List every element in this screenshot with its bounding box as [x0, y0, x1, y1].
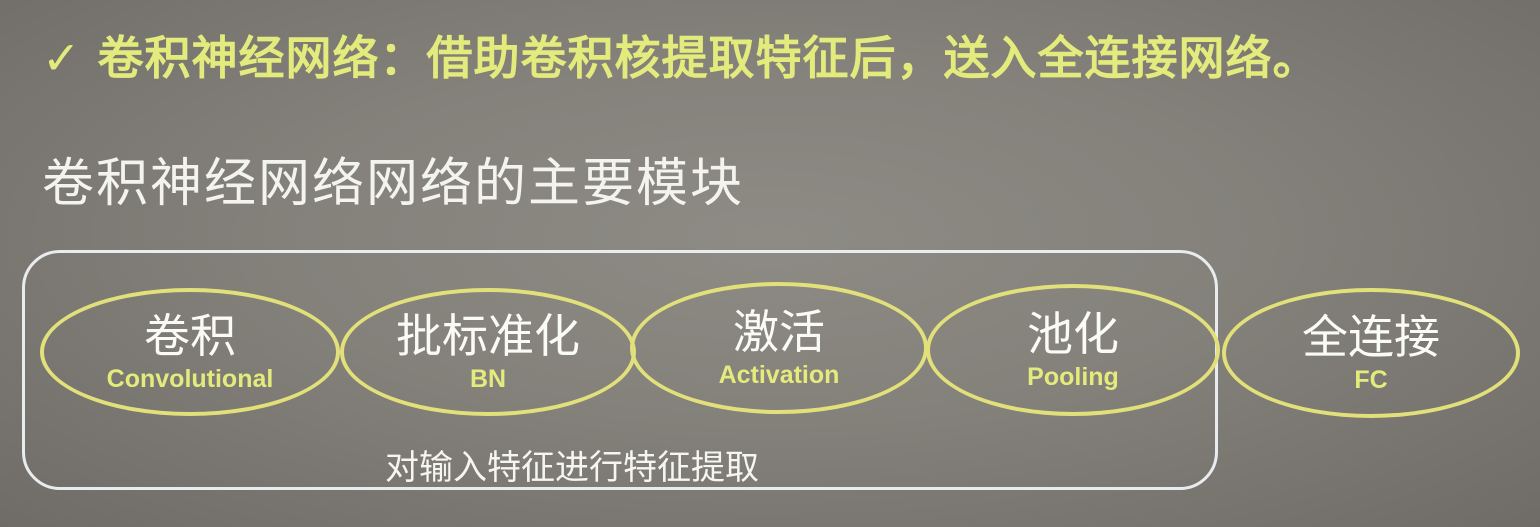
module-fully-connected: 全连接 FC [1222, 288, 1520, 418]
checkmark-icon: ✓ [42, 31, 82, 85]
section-heading: 卷积神经网络网络的主要模块 [42, 154, 745, 214]
feature-extraction-caption: 对输入特征进行特征提取 [385, 448, 759, 488]
module-en-label: Convolutional [106, 365, 274, 393]
module-pooling: 池化 Pooling [926, 284, 1220, 416]
module-zh-label: 卷积 [144, 309, 236, 363]
bullet-text: 卷积神经网络：借助卷积核提取特征后，送入全连接网络。 [97, 31, 1320, 85]
module-en-label: Activation [718, 361, 840, 389]
module-zh-label: 批标准化 [396, 309, 580, 363]
bullet-point: ✓ 卷积神经网络：借助卷积核提取特征后，送入全连接网络。 [42, 26, 1320, 90]
module-en-label: Pooling [1027, 363, 1119, 391]
module-activation: 激活 Activation [630, 282, 928, 414]
module-batch-norm: 批标准化 BN [340, 288, 636, 416]
module-en-label: FC [1354, 366, 1388, 394]
slide: ✓ 卷积神经网络：借助卷积核提取特征后，送入全连接网络。 卷积神经网络网络的主要模… [0, 0, 1540, 527]
module-en-label: BN [469, 365, 507, 393]
module-zh-label: 池化 [1027, 307, 1119, 361]
module-zh-label: 全连接 [1302, 310, 1440, 364]
module-convolutional: 卷积 Convolutional [40, 288, 340, 416]
module-zh-label: 激活 [733, 305, 825, 359]
